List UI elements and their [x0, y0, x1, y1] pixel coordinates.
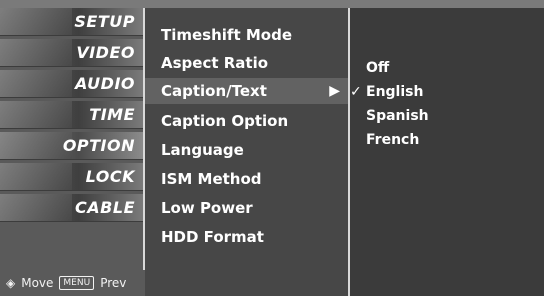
- menu-item-language[interactable]: Language: [145, 137, 348, 163]
- cable-thumbnail-icon: [0, 194, 72, 221]
- category-video[interactable]: VIDEO: [0, 39, 143, 67]
- caption-option-french[interactable]: French: [366, 132, 419, 148]
- left-category-rail: SETUP VIDEO AUDIO TIME OPTION LOCK CABLE…: [0, 8, 149, 296]
- category-label: LOCK: [85, 167, 135, 186]
- category-audio[interactable]: AUDIO: [0, 70, 143, 98]
- caption-option-off[interactable]: Off: [366, 60, 389, 76]
- category-option[interactable]: OPTION: [0, 132, 143, 160]
- menu-item-label: HDD Format: [161, 228, 264, 246]
- menu-item-ism-method[interactable]: ISM Method: [145, 166, 348, 192]
- caption-option-english[interactable]: English: [366, 84, 423, 100]
- menu-item-label: Caption/Text: [161, 82, 267, 100]
- rail-footer: ◈ Move MENU Prev: [0, 270, 149, 296]
- menu-item-timeshift-mode[interactable]: Timeshift Mode: [145, 22, 348, 48]
- menu-button-pill: MENU: [59, 276, 95, 290]
- category-cable[interactable]: CABLE: [0, 194, 143, 222]
- option-thumbnail-icon: [0, 132, 72, 159]
- tv-menu-screen: SETUP VIDEO AUDIO TIME OPTION LOCK CABLE…: [0, 0, 544, 296]
- prev-hint-label: Prev: [100, 276, 127, 290]
- menu-item-caption-option[interactable]: Caption Option: [145, 108, 348, 134]
- menu-item-label: Aspect Ratio: [161, 54, 269, 72]
- video-thumbnail-icon: [0, 39, 72, 66]
- checkmark-icon: ✓: [350, 84, 362, 100]
- category-label: TIME: [89, 105, 135, 124]
- category-label: VIDEO: [76, 43, 135, 62]
- time-thumbnail-icon: [0, 101, 72, 128]
- menu-item-label: Timeshift Mode: [161, 26, 292, 44]
- move-dpad-icon: ◈: [6, 276, 16, 290]
- top-bar: [0, 0, 544, 8]
- setup-thumbnail-icon: [0, 8, 72, 35]
- category-label: AUDIO: [75, 74, 135, 93]
- move-hint-label: Move: [21, 276, 54, 290]
- menu-item-aspect-ratio[interactable]: Aspect Ratio: [145, 50, 348, 76]
- category-time[interactable]: TIME: [0, 101, 143, 129]
- submenu-arrow-icon: ▶: [329, 83, 340, 99]
- lock-thumbnail-icon: [0, 163, 72, 190]
- option-menu: Timeshift Mode Aspect Ratio Caption/Text…: [145, 8, 350, 296]
- category-label: OPTION: [62, 136, 135, 155]
- caption-option-spanish[interactable]: Spanish: [366, 108, 429, 124]
- menu-item-label: Caption Option: [161, 112, 289, 130]
- menu-item-label: Language: [161, 141, 244, 159]
- category-lock[interactable]: LOCK: [0, 163, 143, 191]
- category-setup[interactable]: SETUP: [0, 8, 143, 36]
- category-label: CABLE: [75, 198, 135, 217]
- menu-item-caption-text[interactable]: Caption/Text ▶: [145, 78, 348, 104]
- audio-thumbnail-icon: [0, 70, 72, 97]
- menu-item-label: Low Power: [161, 199, 253, 217]
- category-label: SETUP: [74, 12, 135, 31]
- caption-text-submenu: Off ✓ English Spanish French: [350, 8, 544, 296]
- menu-item-label: ISM Method: [161, 170, 262, 188]
- menu-item-low-power[interactable]: Low Power: [145, 195, 348, 221]
- menu-item-hdd-format[interactable]: HDD Format: [145, 224, 348, 250]
